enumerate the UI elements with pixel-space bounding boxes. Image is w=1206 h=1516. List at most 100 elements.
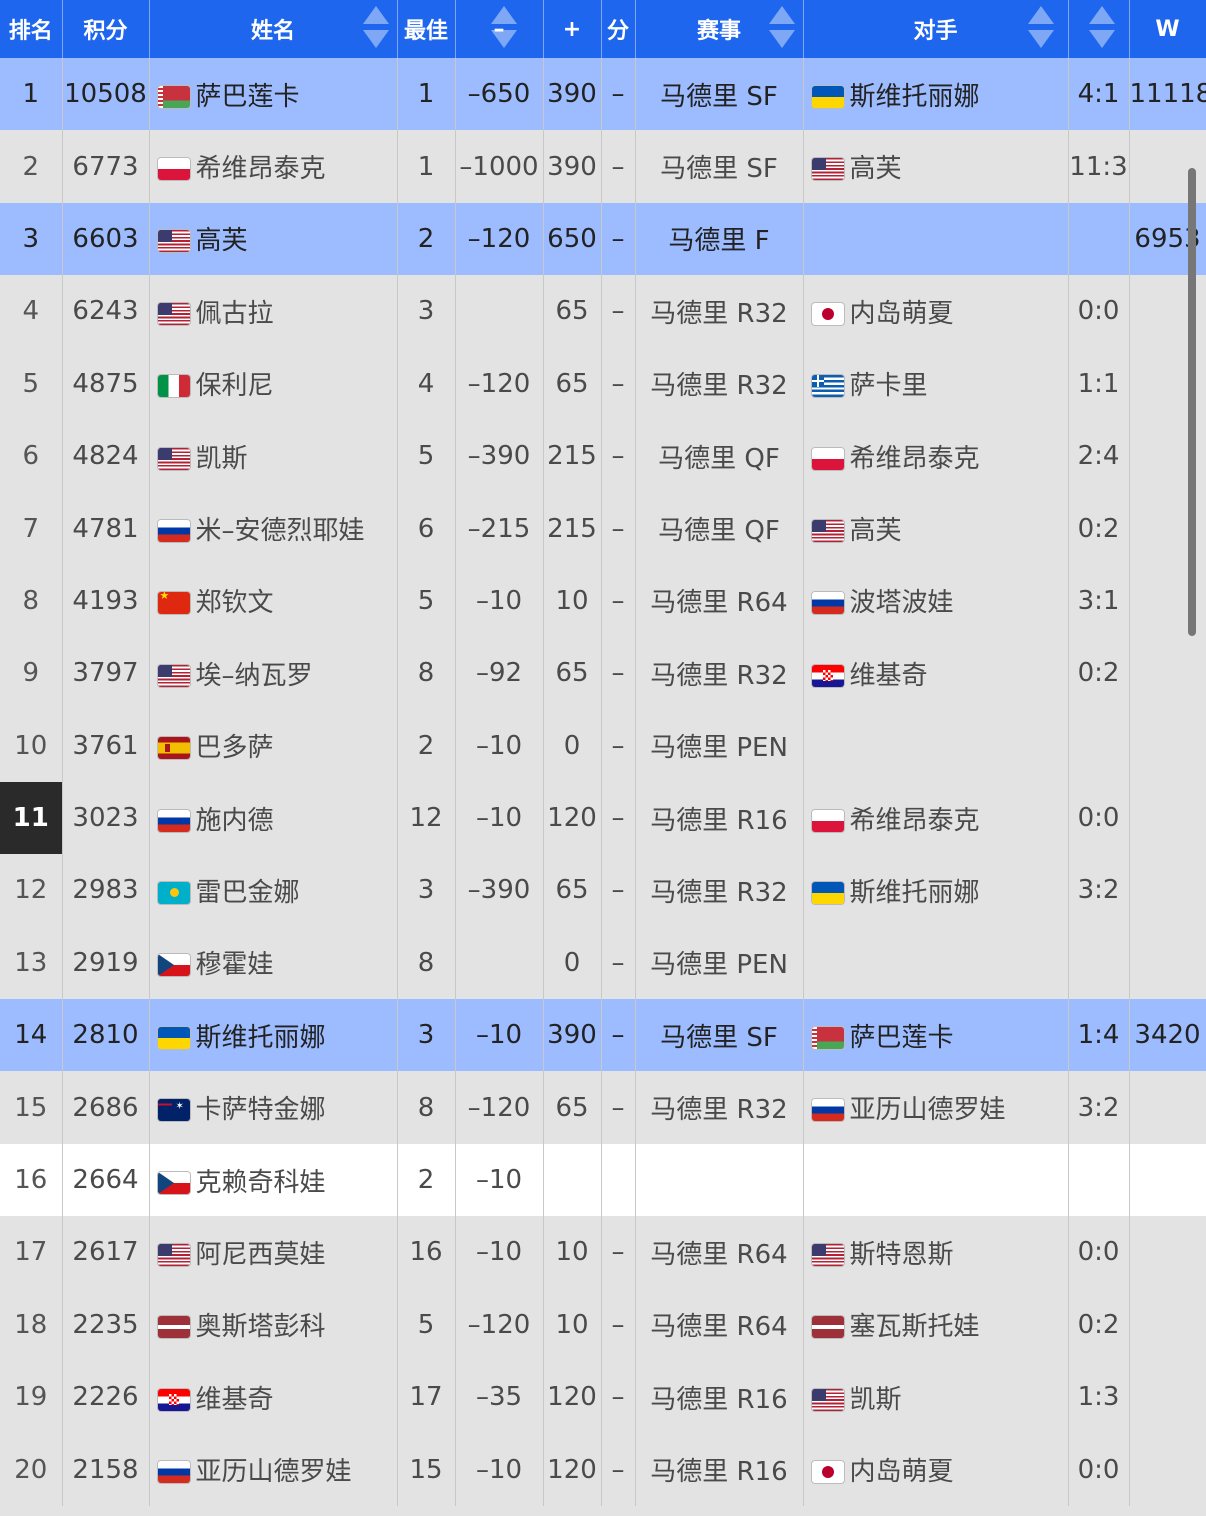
table-row[interactable]: 20 2158 亚历山德罗娃 15 –10 120– 马德里 R16 内岛萌夏 0:0: [0, 1433, 1206, 1506]
cell-h2h: [1068, 1143, 1130, 1217]
sort-icon[interactable]: [362, 6, 389, 52]
cell-minus: –10: [455, 564, 544, 638]
cell-w: [1129, 1433, 1206, 1506]
cell-name: 维基奇: [149, 1361, 398, 1434]
header-h2h[interactable]: [1068, 0, 1130, 58]
cell-best: 1: [397, 130, 456, 203]
cell-event: 马德里 R32: [635, 854, 804, 927]
cell-event: 马德里 R16: [635, 781, 804, 855]
cell-minus: –650: [455, 58, 544, 131]
flag-icon: [157, 158, 190, 181]
cell-opp: 凯斯: [803, 1361, 1069, 1434]
cell-dash: –: [601, 202, 636, 276]
table-row[interactable]: 3 6603 高芙 2 –120 650– 马德里 F 6953: [0, 202, 1206, 276]
header-best[interactable]: 最佳: [397, 0, 456, 58]
cell-minus: –215: [455, 492, 544, 565]
vertical-scrollbar[interactable]: [1188, 168, 1196, 636]
table-row[interactable]: 84193郑钦文5–1010–马德里 R64波塔波娃3:1: [0, 564, 1206, 638]
table-row[interactable]: 152686卡萨特金娜8–12065–马德里 R32亚历山德罗娃3:2: [0, 1071, 1206, 1144]
cell-rank: 3: [0, 202, 63, 276]
sort-icon[interactable]: [1027, 6, 1054, 52]
cell-best: 4: [397, 347, 456, 420]
cell-best: 16: [397, 1216, 456, 1289]
cell-points: 6603: [62, 202, 150, 276]
table-row[interactable]: 4 6243 佩古拉 3 65– 马德里 R32 内岛萌夏 0:0: [0, 275, 1206, 348]
cell-minus: [455, 926, 544, 1000]
table-row[interactable]: 13 2919 穆霍娃 8 0– 马德里 PEN: [0, 926, 1206, 1000]
cell-rank: 10: [0, 709, 63, 782]
cell-points: 3761: [62, 709, 150, 782]
cell-event: 马德里 PEN: [635, 709, 804, 782]
sort-icon[interactable]: [1088, 6, 1115, 52]
table-row[interactable]: 10 3761 巴多萨 2 –10 0– 马德里 PEN: [0, 709, 1206, 782]
cell-rank: 16: [0, 1143, 63, 1217]
table-row[interactable]: 5 4875 保利尼 4 –120 65– 马德里 R32 萨卡里 1:1: [0, 347, 1206, 420]
cell-h2h: 0:2: [1068, 1288, 1130, 1362]
cell-points: 3023: [62, 781, 150, 855]
table-row[interactable]: 18 2235 奥斯塔彭科 5 –120 10– 马德里 R64 塞瓦斯托娃 0:2: [0, 1288, 1206, 1362]
table-row[interactable]: 9 3797 埃–纳瓦罗 8 –92 65– 马德里 R32 维基奇 0:2: [0, 637, 1206, 710]
cell-w: [1129, 781, 1206, 855]
cell-h2h: 1:4: [1068, 999, 1130, 1072]
cell-minus: –10: [455, 709, 544, 782]
rankings-table: 排名 积分 姓名 最佳 – + 分 赛事 对手 W 1 10508 萨巴莲卡 1 –65…: [0, 0, 1206, 1506]
header-rank[interactable]: 排名: [0, 0, 63, 58]
cell-dash: –: [601, 492, 636, 565]
cell-h2h: [1068, 926, 1130, 1000]
cell-points: 2617: [62, 1216, 150, 1289]
header-name[interactable]: 姓名: [149, 0, 398, 58]
cell-name: 斯维托丽娜: [149, 999, 398, 1072]
cell-rank: 18: [0, 1288, 63, 1362]
header-score[interactable]: 分: [601, 0, 636, 58]
cell-event: [635, 1143, 804, 1217]
table-row[interactable]: 2 6773 希维昂泰克 1 –1000 390– 马德里 SF 高芙 11:3: [0, 130, 1206, 203]
table-row[interactable]: 11 3023 施内德 12 –10 120– 马德里 R16 希维昂泰克 0:0: [0, 781, 1206, 855]
cell-best: 2: [397, 709, 456, 782]
cell-w: [1129, 1361, 1206, 1434]
cell-h2h: 3:2: [1068, 1071, 1130, 1144]
cell-rank: 17: [0, 1216, 63, 1289]
cell-best: 2: [397, 202, 456, 276]
cell-w: [1129, 637, 1206, 710]
header-opponent[interactable]: 对手: [803, 0, 1069, 58]
cell-event: 马德里 R64: [635, 1216, 804, 1289]
flag-icon: [811, 375, 844, 398]
sort-icon[interactable]: [768, 6, 795, 52]
header-w[interactable]: W: [1129, 0, 1206, 58]
cell-event: 马德里 R64: [635, 1288, 804, 1362]
table-row[interactable]: 19 2226 维基奇 17 –35 120– 马德里 R16 凯斯 1:3: [0, 1361, 1206, 1434]
header-points[interactable]: 积分: [62, 0, 150, 58]
table-row[interactable]: 1 10508 萨巴莲卡 1 –650 390– 马德里 SF 斯维托丽娜 4:1 11118: [0, 58, 1206, 131]
table-row[interactable]: 6 4824 凯斯 5 –390 215– 马德里 QF 希维昂泰克 2:4: [0, 419, 1206, 493]
cell-minus: –1000: [455, 130, 544, 203]
table-row[interactable]: 12 2983 雷巴金娜 3 –390 65– 马德里 R32 斯维托丽娜 3:2: [0, 854, 1206, 927]
cell-w: [1129, 1071, 1206, 1144]
cell-rank: 8: [0, 564, 63, 638]
cell-name: 郑钦文: [149, 564, 398, 638]
header-minus[interactable]: –: [455, 0, 544, 58]
cell-minus: [455, 275, 544, 348]
table-row[interactable]: 14 2810 斯维托丽娜 3 –10 390– 马德里 SF 萨巴莲卡 1:4 3420: [0, 999, 1206, 1072]
cell-event: 马德里 SF: [635, 58, 804, 131]
table-row[interactable]: 7 4781 米–安德烈耶娃 6 –215 215– 马德里 QF 高芙 0:2: [0, 492, 1206, 565]
header-event[interactable]: 赛事: [635, 0, 804, 58]
cell-minus: –390: [455, 854, 544, 927]
table-body: 1 10508 萨巴莲卡 1 –650 390– 马德里 SF 斯维托丽娜 4:1 11118 2 6…: [0, 58, 1206, 1506]
table-row[interactable]: 17 2617 阿尼西莫娃 16 –10 10– 马德里 R64 斯特恩斯 0:0: [0, 1216, 1206, 1289]
cell-points: 6243: [62, 275, 150, 348]
cell-name: 佩古拉: [149, 275, 398, 348]
header-plus[interactable]: +: [543, 0, 602, 58]
cell-w: [1129, 926, 1206, 1000]
cell-name: 亚历山德罗娃: [149, 1433, 398, 1506]
cell-w: 11118: [1129, 58, 1206, 131]
cell-best: 5: [397, 1288, 456, 1362]
flag-icon: [157, 230, 190, 253]
cell-event: 马德里 F: [635, 202, 804, 276]
table-row[interactable]: 16 2664 克赖奇科娃 2 –10: [0, 1143, 1206, 1217]
flag-icon: [157, 1388, 190, 1411]
flag-icon: [157, 520, 190, 543]
cell-rank: 5: [0, 347, 63, 420]
cell-minus: –120: [455, 347, 544, 420]
cell-dash: –: [601, 926, 636, 1000]
cell-minus: –10: [455, 999, 544, 1072]
